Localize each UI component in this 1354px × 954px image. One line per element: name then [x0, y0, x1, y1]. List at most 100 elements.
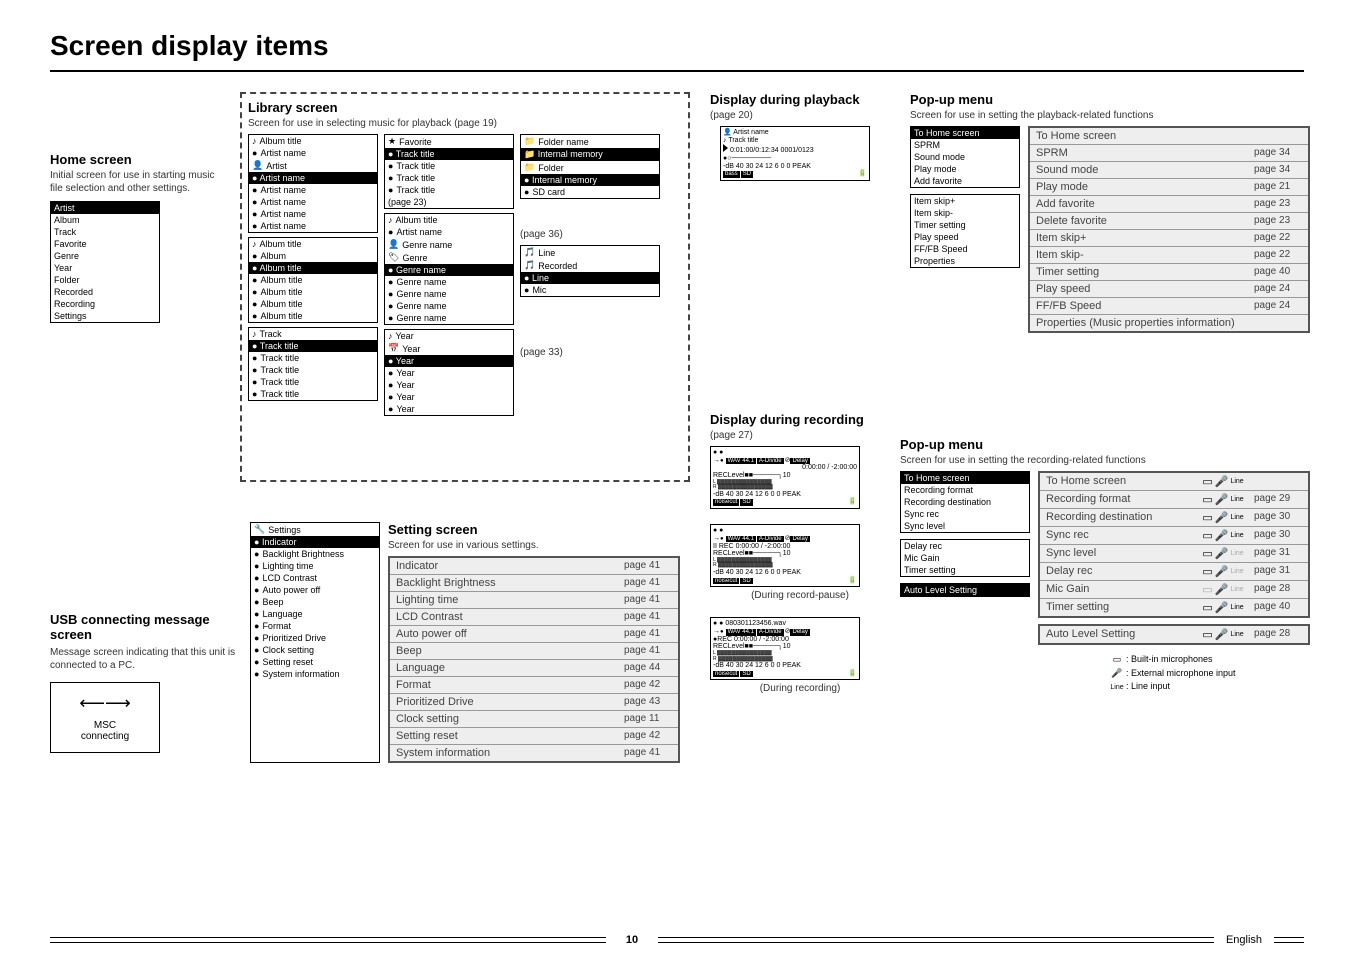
setting-screen-desc: Screen for use in various settings. [388, 539, 680, 552]
list-item: Add favorite [911, 175, 1019, 187]
list-item: ● Album title [249, 274, 377, 286]
list-item: ● Year [385, 355, 513, 367]
table-row: Add favoritepage 23 [1030, 196, 1308, 213]
recording-popup-table2: Auto Level Setting▭🎤Linepage 28 [1038, 624, 1310, 645]
ext-mic-icon: 🎤 [1215, 493, 1229, 506]
line-icon: Line [1230, 496, 1243, 503]
table-row: Mic Gain▭🎤Linepage 28 [1040, 581, 1308, 599]
recording-title: Display during recording [710, 412, 890, 427]
mic-icon: ▭ [1202, 547, 1212, 560]
home-menu-recording: Recording [51, 298, 159, 310]
table-row: Properties (Music properties information… [1030, 315, 1308, 331]
table-row: Recording destination▭🎤Linepage 30 [1040, 509, 1308, 527]
recording-popup-block: Pop-up menu Screen for use in setting th… [900, 437, 1310, 694]
table-row: Recording format▭🎤Linepage 29 [1040, 491, 1308, 509]
list-item: ● Album title [249, 310, 377, 322]
lib-c2-mid-sub: ● Artist name [385, 226, 513, 238]
list-item: ● Format [251, 620, 379, 632]
mic-icon: ▭ [1202, 583, 1212, 596]
home-menu-year: Year [51, 262, 159, 274]
list-item: ● Artist name [249, 172, 377, 184]
table-row: To Home screen▭🎤Line [1040, 473, 1308, 491]
table-row: SPRMpage 34 [1030, 145, 1308, 162]
table-row: Timer setting▭🎤Linepage 40 [1040, 599, 1308, 616]
list-item: ● Track title [249, 340, 377, 352]
list-item: ● Genre name [385, 288, 513, 300]
playback-popup-table: To Home screen SPRMpage 34 Sound modepag… [1028, 126, 1310, 333]
list-item: ● Album title [249, 298, 377, 310]
lib-c1-top-sub: ● Artist name [249, 147, 377, 159]
recording-popup-small1: To Home screen Recording format Recordin… [900, 471, 1030, 533]
setting-screen-title: Setting screen [388, 522, 680, 537]
list-item: ● Internal memory [521, 174, 659, 186]
mic-icon: ▭ [1202, 529, 1212, 542]
table-row: FF/FB Speedpage 24 [1030, 298, 1308, 315]
list-item: 📁 Folder name [521, 135, 659, 148]
list-item: Sync rec [901, 508, 1029, 520]
list-item: ● Prioritized Drive [251, 632, 379, 644]
lib-c2-top: ★ Favorite ● Track title ● Track title ●… [384, 134, 514, 209]
table-row: Sync level▭🎤Linepage 31 [1040, 545, 1308, 563]
lib-c2-bot-group: 📅 Year [385, 342, 513, 355]
builtin-mic-icon: ▭ [1108, 653, 1126, 667]
lib-c2-bot-header: ♪ Year [385, 330, 513, 342]
list-item: Delay rec [901, 540, 1029, 552]
list-item: ● Track title [385, 148, 513, 160]
ext-mic-icon: 🎤 [1215, 547, 1229, 560]
table-row: Play modepage 21 [1030, 179, 1308, 196]
page-content: Home screen Initial screen for use in st… [50, 92, 1304, 922]
list-item: SPRM [911, 139, 1019, 151]
mic-icon: ▭ [1202, 565, 1212, 578]
table-row: Auto power offpage 41 [390, 626, 678, 643]
line-icon: Line [1230, 568, 1243, 575]
lib-c2-mid-header: ♪ Album title [385, 214, 513, 226]
list-item: ● Genre name [385, 276, 513, 288]
home-screen-block: Home screen Initial screen for use in st… [50, 152, 220, 323]
library-screen-area: Library screen Screen for use in selecti… [240, 92, 690, 482]
home-menu-album: Album [51, 214, 159, 226]
recording-lcd2-caption: (During record-pause) [710, 589, 890, 602]
usb-screen-title: USB connecting message screen [50, 612, 250, 642]
list-item: Play mode [911, 163, 1019, 175]
lib-c2-top-header: ★ Favorite [385, 135, 513, 148]
ext-mic-icon: 🎤 [1215, 583, 1229, 596]
list-item: ● Mic [521, 284, 659, 296]
lib-c1-top-header: ♪ Album title [249, 135, 377, 147]
table-row: Prioritized Drivepage 43 [390, 694, 678, 711]
list-item: ● LCD Contrast [251, 572, 379, 584]
recording-popup-small3: Auto Level Setting [900, 583, 1030, 597]
list-item: ● Artist name [249, 208, 377, 220]
lib-c2-bot: ♪ Year 📅 Year ● Year ● Year ● Year ● Yea… [384, 329, 514, 416]
table-row: Sync rec▭🎤Linepage 30 [1040, 527, 1308, 545]
list-item: ● Artist name [249, 184, 377, 196]
lib-c1-mid: ♪ Album title ● Album ● Album title ● Al… [248, 237, 378, 323]
playback-popup-block: Pop-up menu Screen for use in setting th… [910, 92, 1310, 333]
recording-lcd2: ● ● →● WAV 44.1A-Divide⊘Delay II REC 0:0… [710, 524, 860, 587]
recording-block: Display during recording (page 27) ● ● →… [710, 412, 890, 695]
badge-bass: bass [723, 171, 740, 178]
library-col3: 📁 Folder name 📁 Internal memory 📁 Folder… [520, 134, 660, 416]
list-item: Recording format [901, 484, 1029, 496]
list-item: ● Year [385, 367, 513, 379]
table-row: Backlight Brightnesspage 41 [390, 575, 678, 592]
list-item: ● Track title [249, 364, 377, 376]
home-menu-genre: Genre [51, 250, 159, 262]
line-icon: Line [1230, 532, 1243, 539]
language-indicator: English [1226, 934, 1262, 946]
table-row: Formatpage 42 [390, 677, 678, 694]
lib-c3-top: 📁 Folder name 📁 Internal memory 📁 Folder… [520, 134, 660, 199]
table-row: Sound modepage 34 [1030, 162, 1308, 179]
line-icon: Line [1230, 550, 1243, 557]
library-col2: ★ Favorite ● Track title ● Track title ●… [384, 134, 514, 416]
list-item: ● System information [251, 668, 379, 680]
table-row: Play speedpage 24 [1030, 281, 1308, 298]
home-menu-settings: Settings [51, 310, 159, 322]
list-item: Recording destination [901, 496, 1029, 508]
list-item: ● Language [251, 608, 379, 620]
playback-lcd-track: Track title [728, 137, 758, 144]
mic-icon: ▭ [1202, 475, 1212, 488]
table-row: Item skip-page 22 [1030, 247, 1308, 264]
lib-c2-top-note: (page 23) [385, 196, 513, 208]
mic-icon: ▭ [1202, 628, 1212, 641]
list-item: ● Genre name [385, 264, 513, 276]
